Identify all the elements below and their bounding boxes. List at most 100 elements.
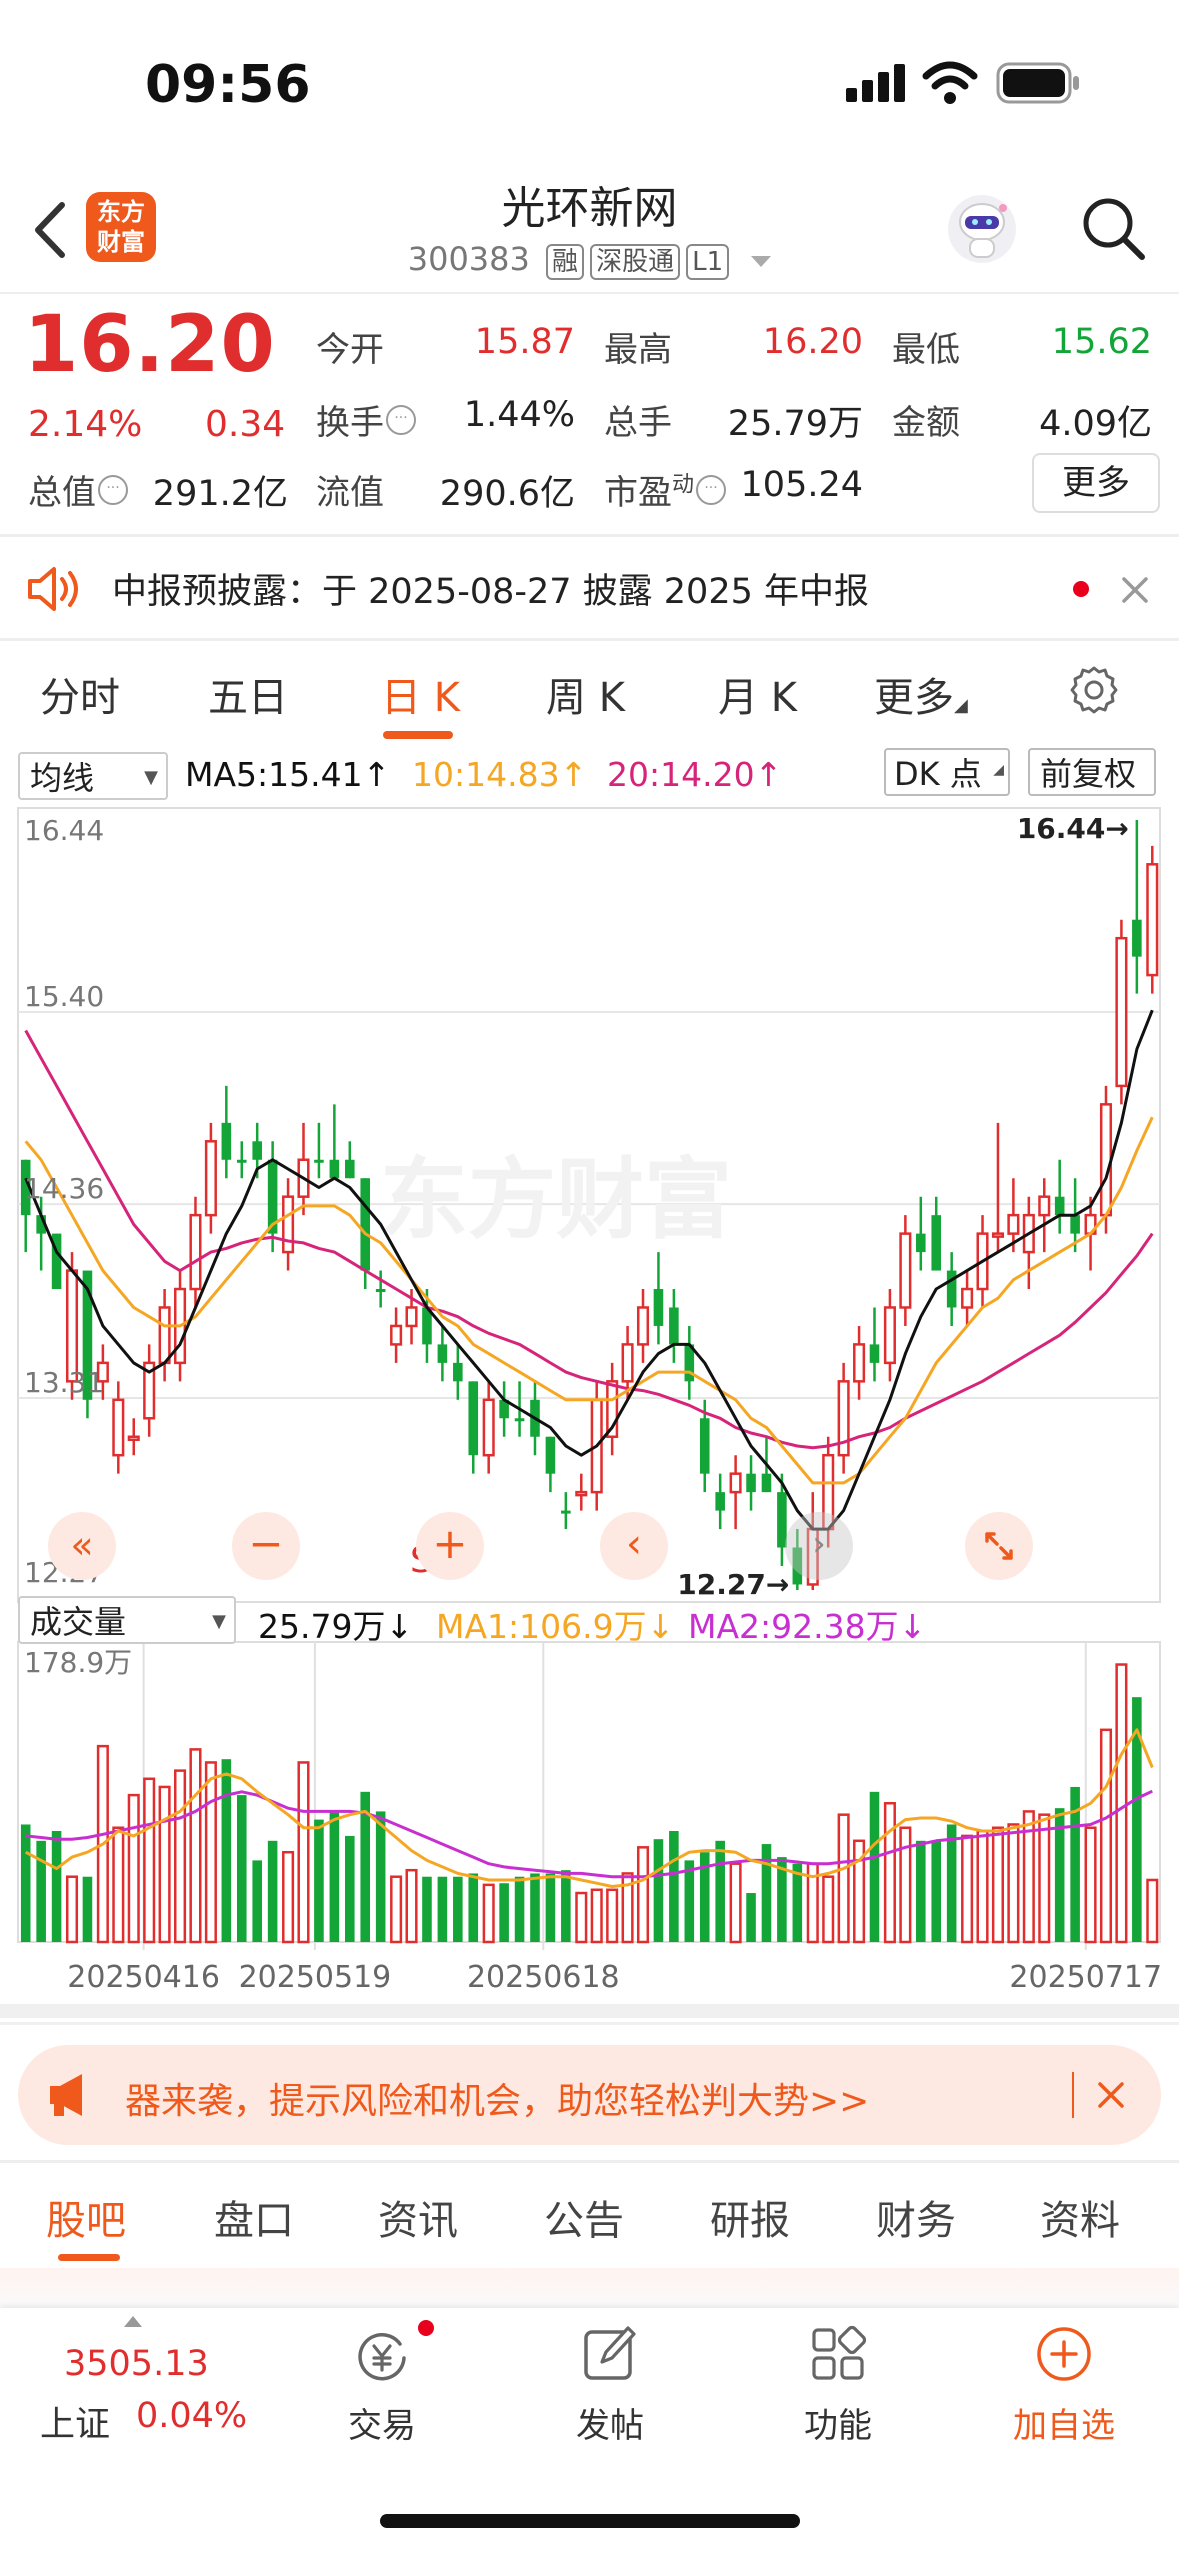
rewind-button[interactable]: « bbox=[48, 1512, 116, 1580]
indicator-select[interactable]: 均线 ▼ bbox=[18, 752, 168, 800]
index-up-arrow-icon bbox=[124, 2316, 142, 2327]
volume-bar-down bbox=[715, 1840, 725, 1942]
settings-gear-icon[interactable] bbox=[1068, 664, 1120, 716]
more-quote-button[interactable]: 更多 bbox=[1032, 453, 1160, 513]
volume-bar-down bbox=[916, 1840, 926, 1942]
home-indicator bbox=[380, 2514, 800, 2528]
megaphone-icon bbox=[50, 2074, 82, 2116]
volume-bar-down bbox=[746, 1893, 756, 1942]
adjust-button[interactable]: 前复权 bbox=[1028, 748, 1156, 796]
trade-icon[interactable] bbox=[352, 2326, 412, 2386]
pe-label[interactable]: 市盈动 ··· bbox=[604, 465, 727, 514]
volume-bar-down bbox=[236, 1795, 247, 1942]
market-cap-label[interactable]: 总值 ··· bbox=[28, 465, 128, 514]
search-icon[interactable] bbox=[1078, 193, 1148, 263]
float-cap-label: 流值 bbox=[316, 473, 384, 513]
tab-five-day[interactable]: 五日 bbox=[208, 665, 288, 723]
tab-intraday[interactable]: 分时 bbox=[40, 665, 120, 723]
candle-body-up bbox=[158, 1306, 171, 1365]
candle-body-down bbox=[221, 1122, 232, 1160]
index-name[interactable]: 上证 bbox=[40, 2396, 110, 2447]
index-value[interactable]: 3505.13 bbox=[64, 2344, 209, 2384]
tag-connect: 深股通 bbox=[590, 244, 681, 280]
volume-bar-up bbox=[143, 1777, 156, 1944]
kline-chart[interactable]: 东方财富 16.4415.4014.3613.3112.272025041620… bbox=[0, 800, 1179, 2030]
volume-bar-up bbox=[189, 1748, 202, 1944]
candle-body-down bbox=[345, 1159, 355, 1179]
add-watchlist-icon[interactable] bbox=[1034, 2324, 1094, 2384]
volume-bar-down bbox=[375, 1811, 386, 1942]
candle-body-up bbox=[189, 1213, 202, 1291]
tab-profile[interactable]: 资料 bbox=[1040, 2188, 1120, 2246]
tab-news[interactable]: 资讯 bbox=[378, 2188, 458, 2246]
watermark-text: 东方财富 bbox=[380, 1148, 732, 1251]
notice-text[interactable]: 中报预披露：于 2025-08-27 披露 2025 年中报 bbox=[112, 563, 869, 614]
volume-bar-down bbox=[684, 1860, 695, 1942]
low-value: 15.62 bbox=[1051, 322, 1152, 362]
candle-body-up bbox=[1099, 1103, 1113, 1217]
nav-function[interactable]: 功能 bbox=[758, 2398, 918, 2447]
volume-bar-up bbox=[1084, 1826, 1097, 1944]
candle-body-up bbox=[112, 1398, 125, 1457]
fullscreen-icon[interactable] bbox=[965, 1512, 1033, 1580]
candle-body-down bbox=[653, 1289, 664, 1326]
volume-bar-up bbox=[65, 1875, 79, 1944]
dk-point-button[interactable]: DK 点 ◢ bbox=[884, 748, 1010, 796]
drag-handle[interactable]: › bbox=[785, 1512, 853, 1580]
candle-body-down bbox=[761, 1473, 772, 1493]
ma10-label: 10:14.83↑ bbox=[412, 755, 588, 794]
close-icon[interactable] bbox=[1118, 573, 1152, 607]
tab-more[interactable]: 更多◢ bbox=[874, 665, 968, 723]
date-axis-label: 20250519 bbox=[239, 1960, 392, 1995]
date-axis-label: 20250618 bbox=[467, 1960, 620, 1995]
volume-panel-frame bbox=[17, 1641, 1161, 1943]
candle-body-up bbox=[1115, 936, 1128, 1088]
open-value: 15.87 bbox=[474, 322, 575, 362]
candle-body-down bbox=[236, 1159, 247, 1163]
tab-monthly-k[interactable]: 月 K bbox=[718, 665, 797, 723]
volume-indicator-select[interactable]: 成交量 ▼ bbox=[18, 1596, 236, 1644]
banner-close-icon[interactable] bbox=[1094, 2078, 1128, 2112]
market-cap-value: 291.2亿 bbox=[152, 474, 288, 514]
change-amount: 0.34 bbox=[205, 404, 286, 445]
panel-separator bbox=[0, 2004, 1179, 2018]
tab-daily-k[interactable]: 日 K bbox=[381, 665, 460, 723]
volume-axis-label: 178.9万 bbox=[24, 1646, 132, 1679]
candle-body-down bbox=[561, 1510, 571, 1514]
nav-post[interactable]: 发帖 bbox=[530, 2398, 690, 2447]
volume-bar-up bbox=[961, 1834, 974, 1944]
nav-trade[interactable]: 交易 bbox=[302, 2398, 462, 2447]
volume-bar-down bbox=[761, 1844, 772, 1942]
promo-banner-text[interactable]: 器来袭，提示风险和机会，助您轻松判大势>> bbox=[125, 2072, 869, 2124]
arrow-up-icon: ↑ bbox=[559, 755, 588, 794]
tag-margin: 融 bbox=[546, 244, 585, 280]
nav-add-watchlist[interactable]: 加自选 bbox=[984, 2398, 1144, 2447]
prev-button[interactable]: ‹ bbox=[600, 1512, 668, 1580]
turnover-label[interactable]: 换手 ··· bbox=[316, 395, 416, 444]
volume-bar-up bbox=[1115, 1663, 1128, 1944]
volume-bar-down bbox=[51, 1831, 62, 1942]
candle-body-down bbox=[437, 1344, 448, 1363]
candle-body-up bbox=[390, 1324, 403, 1346]
tab-research[interactable]: 研报 bbox=[710, 2188, 790, 2246]
zoom-in-button[interactable]: + bbox=[416, 1512, 484, 1580]
zoom-out-button[interactable]: − bbox=[232, 1512, 300, 1580]
tab-weekly-k[interactable]: 周 K bbox=[546, 665, 625, 723]
signal-icon bbox=[846, 64, 906, 102]
index-percent[interactable]: 0.04% bbox=[136, 2396, 247, 2436]
high-value: 16.20 bbox=[762, 322, 863, 362]
stock-code: 300383 bbox=[407, 240, 530, 278]
candle-body-up bbox=[961, 1287, 974, 1309]
compose-icon[interactable] bbox=[580, 2322, 640, 2384]
tab-order-book[interactable]: 盘口 bbox=[214, 2188, 294, 2246]
robot-assistant-icon[interactable] bbox=[945, 192, 1019, 266]
tab-forum[interactable]: 股吧 bbox=[46, 2188, 126, 2246]
tab-announcements[interactable]: 公告 bbox=[544, 2188, 624, 2246]
candle-body-down bbox=[252, 1141, 262, 1160]
function-grid-icon[interactable] bbox=[808, 2324, 868, 2384]
candle-body-down bbox=[314, 1159, 324, 1163]
info-dots-icon: ··· bbox=[98, 474, 128, 505]
tab-financials[interactable]: 财务 bbox=[876, 2188, 956, 2246]
volume-ma1: MA1:106.9万↓ bbox=[436, 1607, 675, 1646]
volume-bar-down bbox=[946, 1824, 957, 1942]
